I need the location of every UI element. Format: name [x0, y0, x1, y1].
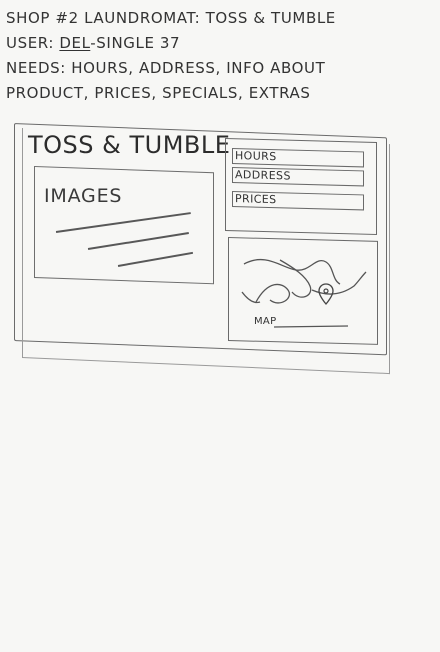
user-label-prefix: User: — [6, 34, 60, 52]
user-name: Del — [59, 34, 91, 52]
shop-heading: Shop #2 Laundromat: Toss & Tumble — [6, 9, 336, 27]
map-road-line — [255, 283, 291, 304]
needs-line: Needs: Hours, Address, Info About — [6, 59, 326, 77]
site-title: Toss & Tumble — [28, 131, 231, 159]
requirements-notes: Shop #2 Laundromat: Toss & Tumble User: … — [6, 6, 434, 106]
nav-address-button[interactable]: Address — [232, 167, 364, 187]
nav-hours-button[interactable]: Hours — [232, 148, 364, 168]
map-label: Map — [254, 316, 277, 327]
map-road-line — [279, 259, 312, 298]
images-label: Images — [44, 185, 123, 207]
map-road-line — [243, 258, 341, 285]
needs-line-continued: Product, Prices, Specials, Extras — [6, 84, 311, 102]
map-label-underline — [273, 325, 349, 328]
user-line: User: Del-Single 37 — [6, 31, 434, 56]
nav-prices-button[interactable]: Prices — [232, 191, 364, 211]
images-placeholder — [34, 166, 214, 285]
user-suffix: -Single 37 — [90, 34, 181, 52]
